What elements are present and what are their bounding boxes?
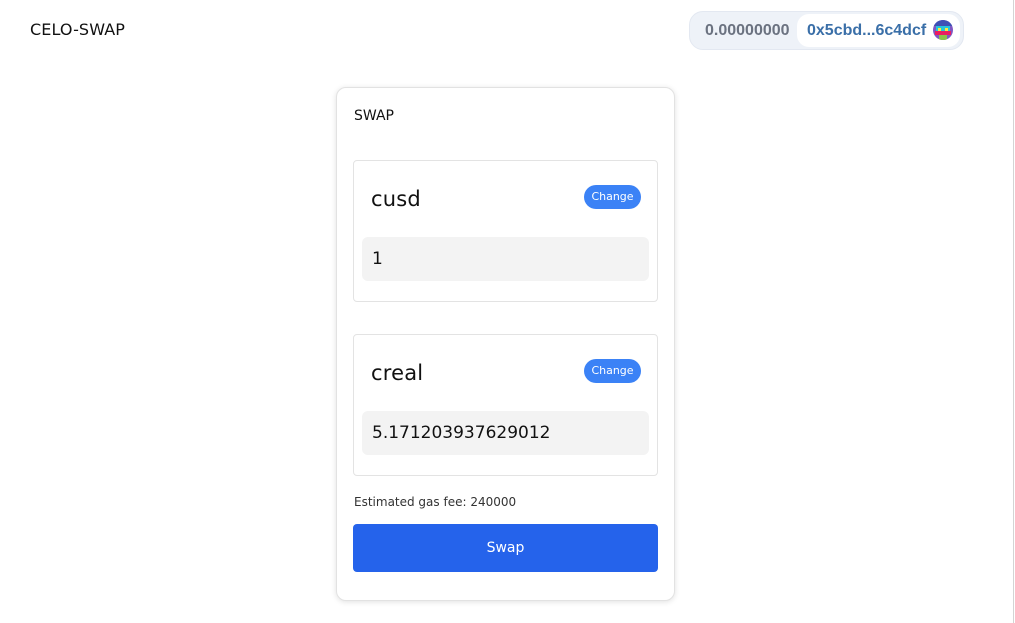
app-brand: CELO-SWAP	[30, 20, 126, 39]
from-token-name: cusd	[371, 187, 421, 211]
from-change-button[interactable]: Change	[584, 185, 641, 209]
to-change-button[interactable]: Change	[584, 359, 641, 383]
wallet-address: 0x5cbd...6c4dcf	[807, 22, 927, 39]
swap-title: SWAP	[354, 108, 394, 124]
from-amount-input[interactable]	[362, 237, 649, 281]
swap-button[interactable]: Swap	[353, 524, 658, 572]
estimated-gas-fee: Estimated gas fee: 240000	[354, 495, 517, 509]
wallet-widget[interactable]: 0.00000000 0x5cbd...6c4dcf	[689, 11, 964, 50]
wallet-balance: 0.00000000	[705, 22, 790, 39]
swap-card: SWAP cusd Change creal Change Estimated …	[336, 87, 675, 601]
to-token-name: creal	[371, 361, 424, 385]
to-amount-input[interactable]	[362, 411, 649, 455]
from-token-panel: cusd Change	[353, 160, 658, 302]
window-edge-divider	[1013, 0, 1014, 623]
page: CELO-SWAP 0.00000000 0x5cbd...6c4dcf SWA…	[0, 0, 1015, 623]
identicon-avatar-icon	[933, 20, 953, 40]
account-button[interactable]: 0x5cbd...6c4dcf	[797, 14, 960, 47]
to-token-panel: creal Change	[353, 334, 658, 476]
